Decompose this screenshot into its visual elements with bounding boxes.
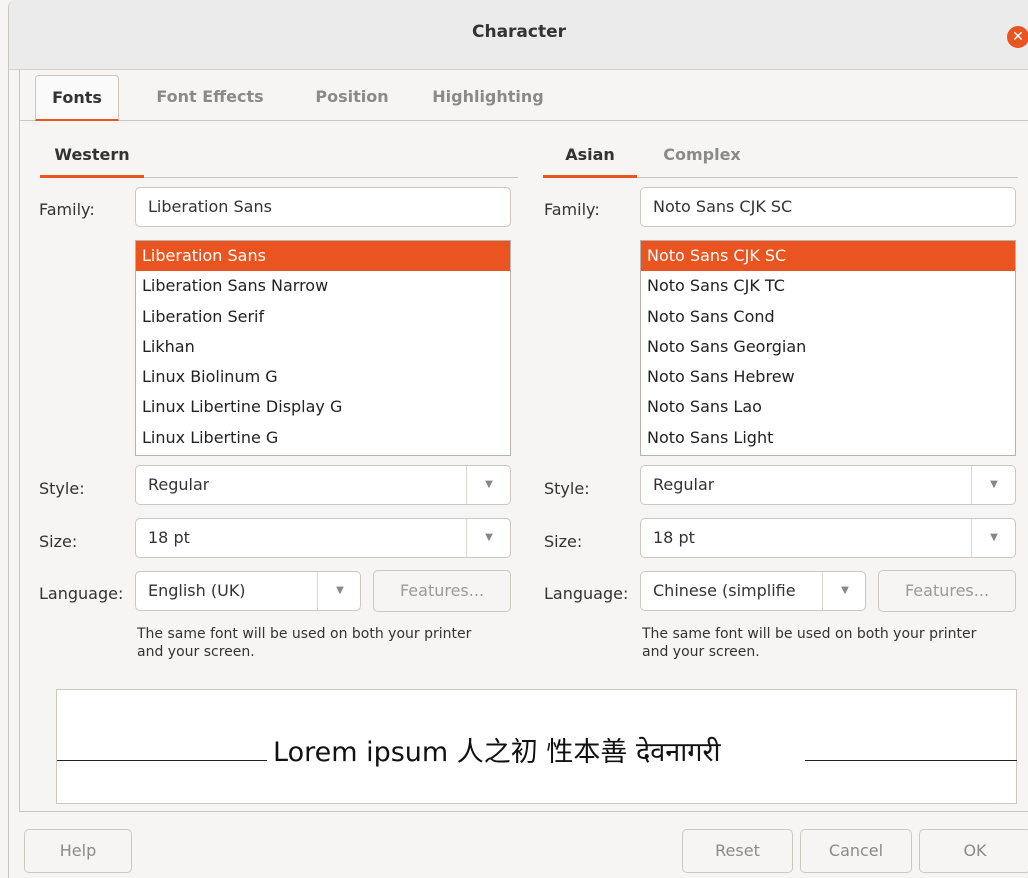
chevron-down-icon[interactable]: ▼	[823, 572, 867, 610]
chevron-down-icon[interactable]: ▼	[318, 572, 362, 610]
asian-language-label: Language:	[544, 584, 629, 603]
preview-baseline-left	[57, 760, 267, 761]
tab-highlighting[interactable]: Highlighting	[419, 75, 557, 121]
list-item[interactable]: Noto Sans CJK TC	[641, 271, 1015, 301]
cancel-button[interactable]: Cancel	[800, 829, 912, 873]
dialog-title: Character	[471, 22, 567, 42]
font-preview: Lorem ipsum 人之初 性本善 देवनागरी	[56, 689, 1017, 804]
western-font-note: The same font will be used on both your …	[137, 626, 472, 660]
western-features-button[interactable]: Features...	[373, 570, 511, 612]
list-item[interactable]: Linux Libertine Display G	[136, 392, 510, 422]
western-size-value: 18 pt	[148, 528, 190, 547]
western-family-label: Family:	[39, 200, 95, 219]
chevron-down-icon[interactable]: ▼	[972, 466, 1016, 504]
asian-size-value: 18 pt	[653, 528, 695, 547]
asian-family-list[interactable]: Noto Sans CJK SC Noto Sans CJK TC Noto S…	[640, 240, 1016, 456]
western-language-value: English (UK)	[148, 581, 246, 600]
western-style-label: Style:	[39, 479, 85, 498]
tab-position[interactable]: Position	[299, 75, 405, 121]
western-family-input[interactable]: Liberation Sans	[135, 187, 511, 227]
chevron-down-icon[interactable]: ▼	[467, 519, 511, 557]
western-style-value: Regular	[148, 475, 210, 494]
chevron-down-icon[interactable]: ▼	[467, 466, 511, 504]
reset-button[interactable]: Reset	[682, 829, 793, 873]
list-item[interactable]: Linux Biolinum G	[136, 362, 510, 392]
asian-style-label: Style:	[544, 479, 590, 498]
help-button[interactable]: Help	[24, 829, 132, 873]
asian-tab-bar: Asian Complex	[543, 140, 1018, 178]
list-item[interactable]: Likhan	[136, 332, 510, 362]
tab-fonts[interactable]: Fonts	[35, 75, 119, 121]
western-tab-bar: Western	[40, 140, 518, 178]
ok-button[interactable]: OK	[919, 829, 1028, 873]
asian-style-combo[interactable]: Regular ▼	[640, 465, 1016, 505]
asian-font-note: The same font will be used on both your …	[642, 626, 977, 660]
list-item[interactable]: Noto Sans Lao	[641, 392, 1015, 422]
asian-features-button[interactable]: Features...	[878, 570, 1016, 612]
tab-complex[interactable]: Complex	[647, 140, 757, 178]
chevron-down-icon[interactable]: ▼	[972, 519, 1016, 557]
western-size-combo[interactable]: 18 pt ▼	[135, 518, 511, 558]
close-icon[interactable]: ✕	[1007, 26, 1028, 48]
tab-notebook: Fonts Font Effects Position Highlighting…	[19, 70, 1028, 812]
list-item[interactable]: Liberation Serif	[136, 302, 510, 332]
tab-western[interactable]: Western	[40, 140, 144, 178]
western-language-combo[interactable]: English (UK) ▼	[135, 571, 361, 611]
list-item[interactable]: Noto Sans Georgian	[641, 332, 1015, 362]
tab-asian[interactable]: Asian	[543, 140, 637, 178]
tab-font-effects[interactable]: Font Effects	[135, 75, 285, 121]
western-family-list[interactable]: Liberation Sans Liberation Sans Narrow L…	[135, 240, 511, 456]
list-item[interactable]: Noto Sans Light	[641, 423, 1015, 453]
asian-language-combo[interactable]: Chinese (simplifie ▼	[640, 571, 866, 611]
main-tab-bar: Fonts Font Effects Position Highlighting	[20, 70, 1028, 121]
western-language-label: Language:	[39, 584, 124, 603]
asian-family-input[interactable]: Noto Sans CJK SC	[640, 187, 1016, 227]
asian-family-label: Family:	[544, 200, 600, 219]
list-item[interactable]: Noto Sans Cond	[641, 302, 1015, 332]
list-item[interactable]: Linux Libertine G	[136, 423, 510, 453]
list-item[interactable]: Noto Sans CJK SC	[641, 241, 1015, 272]
list-item[interactable]: Liberation Sans	[136, 241, 510, 272]
preview-text: Lorem ipsum 人之初 性本善 देवनागरी	[273, 737, 721, 768]
list-item[interactable]: Noto Sans Hebrew	[641, 362, 1015, 392]
western-size-label: Size:	[39, 532, 78, 551]
title-bar: Character ✕	[9, 0, 1028, 70]
list-item[interactable]: Liberation Sans Narrow	[136, 271, 510, 301]
asian-size-label: Size:	[544, 532, 583, 551]
western-style-combo[interactable]: Regular ▼	[135, 465, 511, 505]
character-dialog: Character ✕ Fonts Font Effects Position …	[8, 0, 1028, 878]
asian-style-value: Regular	[653, 475, 715, 494]
preview-baseline-right	[805, 760, 1017, 761]
asian-size-combo[interactable]: 18 pt ▼	[640, 518, 1016, 558]
asian-language-value: Chinese (simplifie	[653, 581, 796, 600]
